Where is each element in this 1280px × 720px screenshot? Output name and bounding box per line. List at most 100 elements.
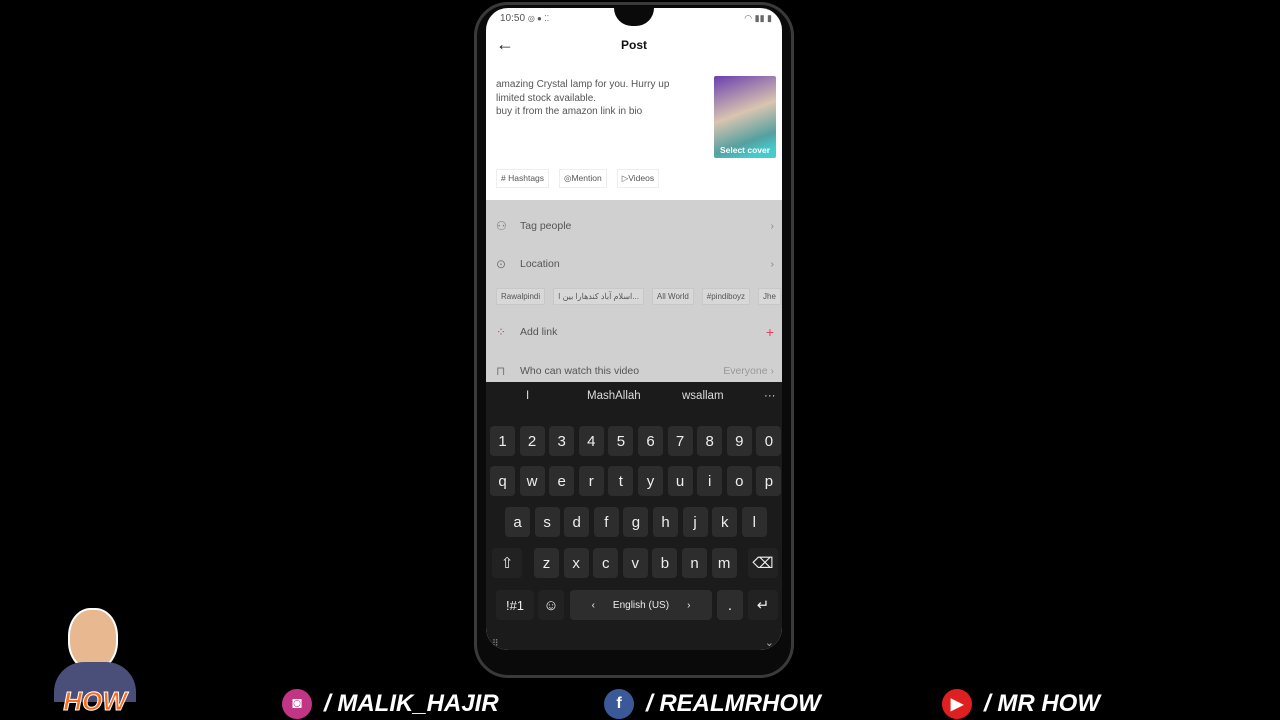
key-r[interactable]: r [578, 466, 604, 496]
plus-icon[interactable]: + [766, 324, 774, 340]
location-row[interactable]: ⊙ Location › [496, 254, 774, 274]
key-u[interactable]: u [667, 466, 693, 496]
signal-icons: ◠ ▮▮ ▮ [744, 13, 772, 23]
key-0[interactable]: 0 [756, 426, 782, 456]
select-cover-button[interactable]: Select cover [714, 76, 776, 158]
key-3[interactable]: 3 [549, 426, 575, 456]
key-j[interactable]: j [682, 507, 708, 537]
mr-how-logo: HOW [40, 604, 150, 720]
apps-icon: ⁘ [496, 325, 507, 339]
youtube-icon: ▶ [942, 689, 972, 719]
person-icon: ⚇ [496, 219, 507, 233]
chip-label: Videos [628, 173, 655, 183]
key-w[interactable]: w [519, 466, 545, 496]
key-t[interactable]: t [608, 466, 634, 496]
videos-button[interactable]: ▷Videos [616, 169, 660, 188]
youtube-text: / MR HOW [984, 690, 1100, 717]
spacebar[interactable]: ‹ English (US) › [570, 590, 712, 620]
key-o[interactable]: o [726, 466, 752, 496]
keyboard: I MashAllah wsallam ··· 1234567890 qwerty… [486, 382, 782, 650]
hashtag-icon: # [501, 173, 506, 183]
row-label: Location [520, 258, 560, 270]
location-tag[interactable]: #pindiboyz [701, 288, 751, 305]
key-b[interactable]: b [652, 548, 678, 578]
symbols-key[interactable]: !#1 [496, 590, 534, 620]
key-h[interactable]: h [653, 507, 678, 537]
key-g[interactable]: g [623, 507, 649, 537]
chip-label: Mention [571, 173, 602, 183]
key-7[interactable]: 7 [667, 426, 693, 456]
key-9[interactable]: 9 [726, 426, 752, 456]
key-p[interactable]: p [756, 466, 782, 496]
keyboard-grid-icon[interactable]: ⠿ [492, 638, 499, 649]
row-label: Tag people [520, 220, 572, 232]
tag-people-row[interactable]: ⚇ Tag people › [496, 216, 774, 236]
key-5[interactable]: 5 [608, 426, 634, 456]
language-label: English (US) [612, 599, 670, 611]
key-x[interactable]: x [563, 548, 589, 578]
key-a[interactable]: a [505, 507, 530, 537]
key-1[interactable]: 1 [490, 426, 515, 456]
key-8[interactable]: 8 [697, 426, 723, 456]
key-y[interactable]: y [638, 466, 663, 496]
suggestion[interactable]: wsallam [682, 390, 724, 402]
key-c[interactable]: c [593, 548, 619, 578]
period-key[interactable]: . [717, 590, 743, 620]
row-label: Who can watch this video [520, 365, 640, 377]
backspace-icon[interactable]: ⌫ [748, 548, 778, 578]
key-s[interactable]: s [534, 507, 560, 537]
key-e[interactable]: e [549, 466, 575, 496]
shift-icon[interactable]: ⇧ [492, 548, 522, 578]
row-label: Add link [520, 326, 558, 338]
suggestion[interactable]: I [526, 390, 529, 402]
suggestion[interactable]: MashAllah [587, 390, 641, 402]
key-n[interactable]: n [682, 548, 707, 578]
instagram-handle: ◙ / MALIK_HAJIR [282, 688, 499, 720]
location-tag[interactable]: اسلام آباد کندھارا بین ا... [553, 288, 644, 305]
key-4[interactable]: 4 [578, 426, 604, 456]
privacy-value-text: Everyone [723, 365, 768, 377]
facebook-icon: f [604, 689, 634, 719]
add-link-row[interactable]: ⁘ Add link + [496, 322, 774, 342]
hide-keyboard-icon[interactable]: ⌄ [765, 636, 774, 649]
key-2[interactable]: 2 [519, 426, 545, 456]
key-k[interactable]: k [712, 507, 738, 537]
key-6[interactable]: 6 [638, 426, 663, 456]
instagram-icon: ◙ [282, 689, 312, 719]
facebook-text: / REALMRHOW [646, 690, 821, 717]
instagram-text: / MALIK_HAJIR [324, 690, 499, 717]
hashtags-button[interactable]: # Hashtags [496, 169, 550, 188]
youtube-handle: ▶ / MR HOW [942, 688, 1100, 720]
lock-icon: ⊓ [496, 364, 506, 378]
key-z[interactable]: z [534, 548, 559, 578]
mention-button[interactable]: ◎Mention [559, 169, 607, 188]
key-l[interactable]: l [741, 507, 767, 537]
location-suggestions: Rawalpindi اسلام آباد کندھارا بین ا... A… [496, 288, 781, 305]
location-pin-icon: ⊙ [496, 257, 507, 271]
chip-label: Hashtags [508, 173, 545, 183]
key-v[interactable]: v [622, 548, 648, 578]
who-can-watch-row[interactable]: ⊓ Who can watch this video Everyone › [496, 361, 774, 381]
key-d[interactable]: d [564, 507, 590, 537]
page-title: Post [620, 38, 647, 52]
phone-screen: 10:50 ◎ ● ⁚⁚ ◠ ▮▮ ▮ ← Post amazing Cryst… [486, 8, 782, 650]
select-cover-label: Select cover [719, 145, 771, 155]
chevron-right-icon: › [770, 220, 775, 232]
caption-input[interactable]: amazing Crystal lamp for you. Hurry up l… [496, 78, 696, 119]
key-i[interactable]: i [697, 466, 723, 496]
key-f[interactable]: f [593, 507, 619, 537]
status-time: 10:50 [500, 13, 526, 24]
more-icon[interactable]: ··· [764, 390, 776, 402]
location-tag[interactable]: All World [651, 288, 694, 305]
key-q[interactable]: q [490, 466, 515, 496]
caption-line: limited stock available. [496, 92, 597, 104]
facebook-handle: f / REALMRHOW [604, 688, 821, 720]
location-tag[interactable]: Jhe [758, 288, 781, 305]
location-tag[interactable]: Rawalpindi [496, 288, 546, 305]
emoji-icon[interactable]: ☺ [538, 590, 564, 620]
caption-line: amazing Crystal lamp for you. Hurry up [496, 79, 670, 90]
caption-line: buy it from the amazon link in bio [496, 106, 643, 117]
enter-icon[interactable]: ↵ [748, 590, 778, 620]
key-m[interactable]: m [711, 548, 737, 578]
chevron-right-icon: › [770, 258, 775, 270]
